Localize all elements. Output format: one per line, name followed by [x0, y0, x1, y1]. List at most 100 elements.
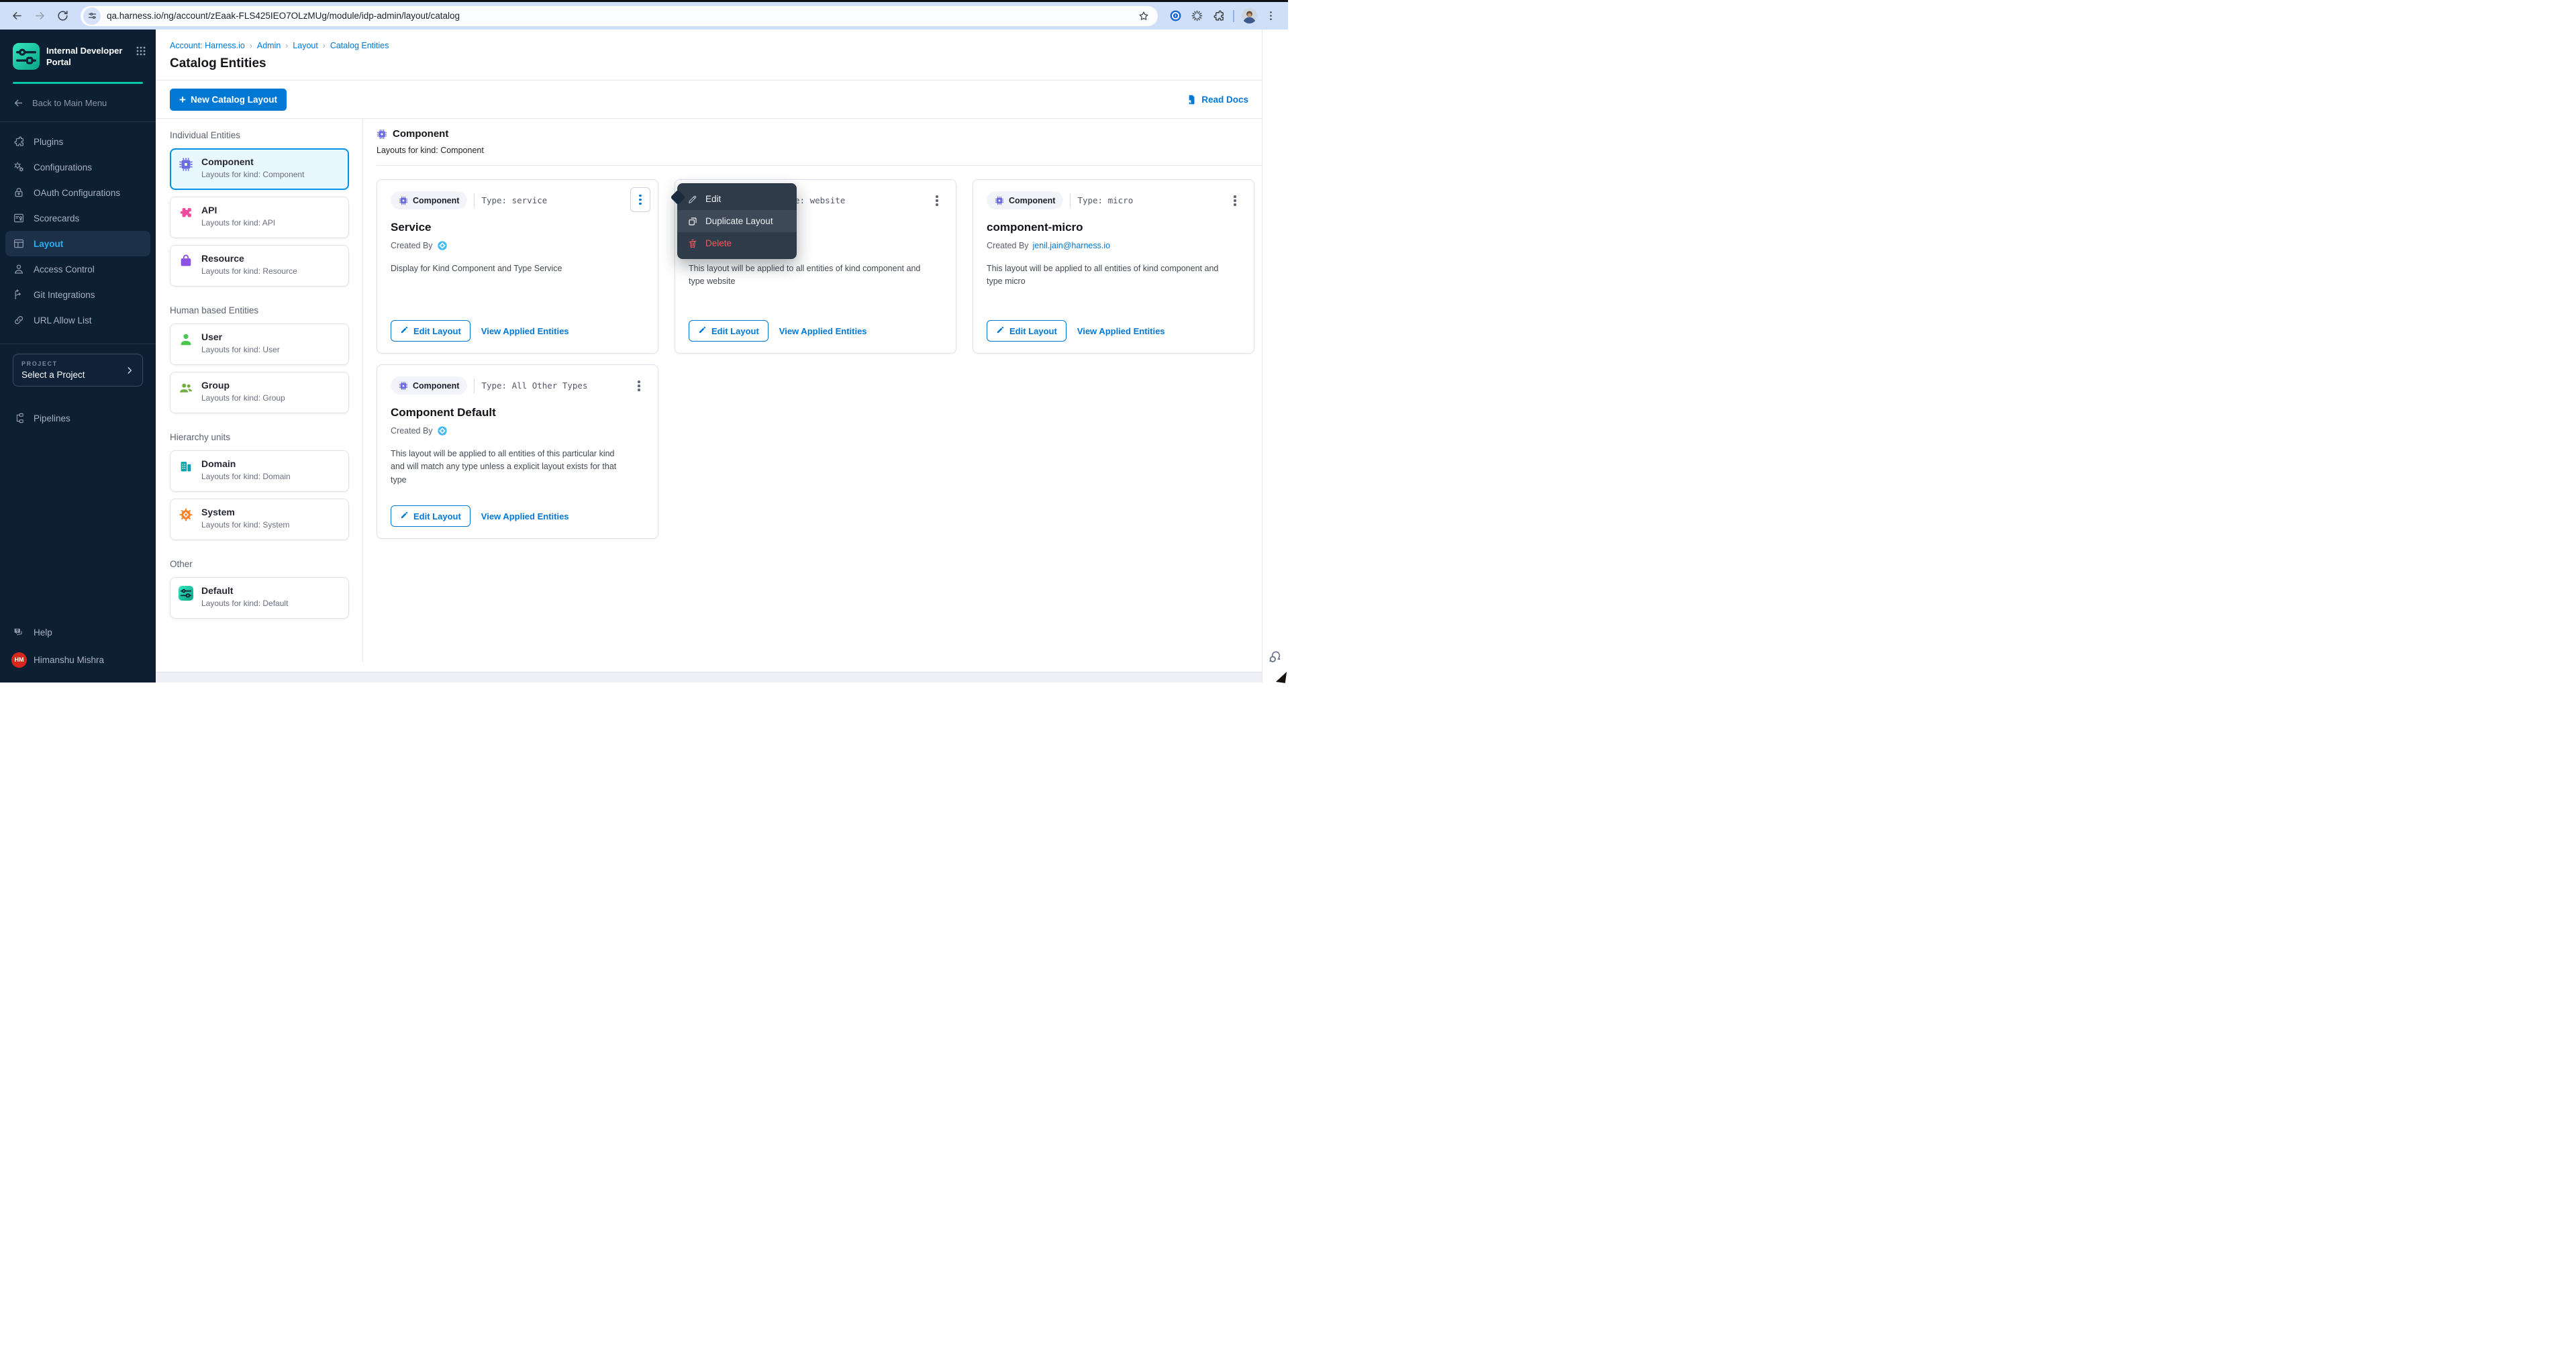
- entity-kind-default[interactable]: Default Layouts for kind: Default: [170, 577, 349, 619]
- breadcrumb-link-catalog-entities[interactable]: Catalog Entities: [330, 41, 389, 50]
- entity-kind-resource[interactable]: ResourceLayouts for kind: Resource: [170, 245, 349, 287]
- entity-kind-user[interactable]: User Layouts for kind: User: [170, 323, 349, 365]
- browser-reload-button[interactable]: [51, 5, 74, 28]
- view-applied-entities-link[interactable]: View Applied Entities: [1077, 326, 1165, 336]
- menu-item-duplicate-layout[interactable]: Duplicate Layout: [677, 210, 797, 232]
- card-description: This layout will be applied to all entit…: [987, 262, 1223, 289]
- menu-item-label: Edit: [705, 194, 721, 204]
- card-title: Service: [391, 221, 644, 234]
- new-catalog-layout-button[interactable]: New Catalog Layout: [170, 89, 287, 111]
- address-bar[interactable]: qa.harness.io/ng/account/zEaak-FLS425IEO…: [81, 6, 1158, 26]
- breadcrumb-link-account-harness-io[interactable]: Account: Harness.io: [170, 41, 245, 50]
- entity-kind-subtitle: Layouts for kind: User: [201, 345, 280, 354]
- entity-kind-group[interactable]: GroupLayouts for kind: Group: [170, 372, 349, 413]
- brand-title: Internal Developer Portal: [46, 43, 124, 68]
- layout-cards-grid: ComponentType: serviceServiceCreated ByD…: [377, 179, 1280, 539]
- sidebar-item-plugins[interactable]: Plugins: [0, 129, 156, 154]
- site-settings-icon[interactable]: [83, 7, 101, 25]
- card-menu-button[interactable]: [930, 192, 944, 209]
- sidebar-item-configurations[interactable]: Configurations: [0, 154, 156, 180]
- entity-kind-domain[interactable]: DomainLayouts for kind: Domain: [170, 450, 349, 492]
- sidebar-item-label: Configurations: [34, 162, 92, 172]
- project-selector[interactable]: PROJECT Select a Project: [13, 354, 143, 387]
- entity-kind-title: System: [201, 507, 289, 517]
- entity-kind-api[interactable]: APILayouts for kind: API: [170, 197, 349, 238]
- sidebar-item-label: Access Control: [34, 264, 95, 274]
- entity-kind-subtitle: Layouts for kind: API: [201, 218, 275, 228]
- edit-layout-button[interactable]: Edit Layout: [987, 320, 1067, 342]
- breadcrumb-link-admin[interactable]: Admin: [257, 41, 281, 50]
- edit-layout-label: Edit Layout: [413, 326, 461, 336]
- sidebar-item-pipelines[interactable]: Pipelines: [0, 405, 156, 431]
- trash-icon: [687, 238, 698, 249]
- sunburst-extension-icon[interactable]: [1186, 5, 1207, 27]
- kind-badge: Component: [391, 191, 467, 209]
- kind-badge-label: Component: [413, 381, 459, 391]
- created-by-email[interactable]: jenil.jain@harness.io: [1033, 241, 1111, 250]
- toolbar: New Catalog Layout Read Docs: [156, 81, 1288, 119]
- sidebar-item-label: URL Allow List: [34, 315, 92, 325]
- browser-menu-icon[interactable]: [1260, 5, 1281, 27]
- toolbar-separator: [1233, 10, 1234, 22]
- card-menu-button[interactable]: [630, 187, 650, 212]
- entity-kind-title: Default: [201, 585, 288, 596]
- view-applied-entities-link[interactable]: View Applied Entities: [779, 326, 867, 336]
- onepassword-extension-icon[interactable]: [1165, 5, 1186, 27]
- sidebar-item-layout[interactable]: Layout: [5, 231, 150, 256]
- view-applied-entities-link[interactable]: View Applied Entities: [481, 326, 569, 336]
- entity-kind-text: ComponentLayouts for kind: Component: [201, 156, 304, 182]
- pencil-icon: [400, 325, 409, 336]
- pipelines-icon: [13, 412, 25, 424]
- view-applied-entities-link[interactable]: View Applied Entities: [481, 511, 569, 521]
- right-gutter: [1262, 30, 1288, 682]
- menu-item-edit[interactable]: Edit: [677, 188, 797, 210]
- sidebar-item-label: Layout: [34, 239, 63, 249]
- sidebar-item-scorecards[interactable]: Scorecards: [0, 205, 156, 231]
- browser-profile-avatar[interactable]: [1238, 5, 1260, 27]
- bookmark-star-icon[interactable]: [1138, 10, 1150, 22]
- sidebar-item-help[interactable]: Help: [0, 619, 156, 645]
- user-profile[interactable]: HM Himanshu Mishra: [0, 645, 156, 674]
- layout-card-service: ComponentType: serviceServiceCreated ByD…: [377, 179, 658, 354]
- browser-back-button[interactable]: [5, 5, 28, 28]
- layout-card-component-default: ComponentType: All Other TypesComponent …: [377, 364, 658, 539]
- page-title: Catalog Entities: [170, 56, 1272, 80]
- breadcrumb-separator: ›: [323, 41, 326, 50]
- component-chip-icon: [399, 196, 408, 205]
- url-text[interactable]: qa.harness.io/ng/account/zEaak-FLS425IEO…: [107, 11, 1138, 21]
- pencil-icon: [687, 194, 698, 205]
- apps-grid-icon[interactable]: [136, 46, 146, 56]
- entity-kind-subtitle: Layouts for kind: Default: [201, 599, 288, 608]
- created-by-label: Created By: [391, 241, 433, 250]
- menu-item-delete[interactable]: Delete: [677, 232, 797, 254]
- breadcrumb-link-layout[interactable]: Layout: [293, 41, 318, 50]
- entity-kind-system[interactable]: SystemLayouts for kind: System: [170, 499, 349, 540]
- sidebar-item-access-control[interactable]: Access Control: [0, 256, 156, 282]
- entity-kind-title: Domain: [201, 458, 291, 469]
- pencil-icon: [996, 325, 1005, 336]
- back-to-main-menu[interactable]: Back to Main Menu: [0, 84, 156, 121]
- panel-divider: [377, 165, 1280, 166]
- entity-kind-title: User: [201, 332, 280, 342]
- chat-bubbles-icon[interactable]: [1268, 650, 1283, 665]
- edit-layout-button[interactable]: Edit Layout: [391, 320, 470, 342]
- menu-item-label: Delete: [705, 238, 732, 248]
- edit-layout-button[interactable]: Edit Layout: [689, 320, 769, 342]
- doc-arrow-icon: [1185, 94, 1197, 105]
- card-actions: Edit Layout View Applied Entities: [391, 320, 644, 342]
- sidebar-item-oauth-configurations[interactable]: OAuth Configurations: [0, 180, 156, 205]
- card-menu-button[interactable]: [632, 377, 646, 395]
- entity-kind-text: User Layouts for kind: User: [201, 332, 280, 357]
- sidebar-item-url-allow-list[interactable]: URL Allow List: [0, 307, 156, 333]
- pencil-icon: [400, 511, 409, 521]
- user-avatar: HM: [11, 652, 27, 668]
- extensions-puzzle-icon[interactable]: [1207, 5, 1229, 27]
- browser-forward-button[interactable]: [28, 5, 51, 28]
- read-docs-link[interactable]: Read Docs: [1185, 94, 1248, 105]
- edit-layout-button[interactable]: Edit Layout: [391, 505, 470, 527]
- entity-kind-component[interactable]: ComponentLayouts for kind: Component: [170, 148, 349, 190]
- panel-subtitle: Layouts for kind: Component: [377, 146, 1280, 155]
- card-menu-button[interactable]: [1228, 192, 1242, 209]
- plugins-icon: [13, 136, 25, 148]
- sidebar-item-git-integrations[interactable]: Git Integrations: [0, 282, 156, 307]
